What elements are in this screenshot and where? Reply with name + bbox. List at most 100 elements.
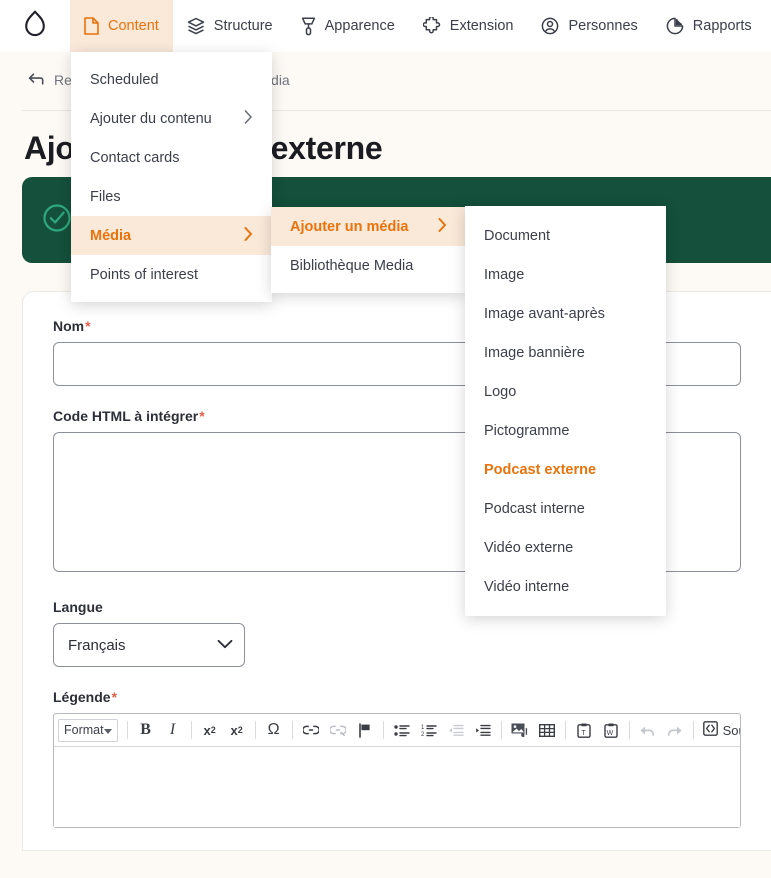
link-button[interactable] (298, 718, 324, 743)
puzzle-piece-icon (423, 17, 441, 35)
chevron-right-icon (244, 110, 253, 127)
menu-item-files[interactable]: Files (71, 177, 272, 216)
menu-item-points-of-interest-label: Points of interest (90, 267, 198, 283)
chevron-right-icon (244, 227, 253, 244)
subscript-button[interactable]: x2 (224, 718, 250, 743)
italic-button[interactable]: I (160, 718, 186, 743)
toolbar-separator (127, 721, 128, 739)
field-legende: Légende* Format B I x2 x2 Ω (53, 689, 741, 828)
legende-required-marker: * (112, 689, 117, 705)
file-document-icon (84, 17, 99, 35)
nav-item-structure[interactable]: Structure (173, 0, 287, 52)
menu-item-podcast-interne[interactable]: Podcast interne (465, 489, 666, 528)
menu-item-contact-cards[interactable]: Contact cards (71, 138, 272, 177)
toolbar-separator (255, 721, 256, 739)
menu-item-files-label: Files (90, 189, 121, 205)
langue-select[interactable]: Français (53, 623, 245, 667)
top-navigation-bar: Content Structure Apparence Exte (0, 0, 771, 52)
legende-label-text: Légende (53, 689, 111, 705)
menu-item-video-interne[interactable]: Vidéo interne (465, 567, 666, 606)
menu-item-podcast-interne-label: Podcast interne (484, 501, 585, 517)
redo-button[interactable] (662, 718, 688, 743)
toolbar-separator (565, 721, 566, 739)
nav-item-extension-label: Extension (450, 18, 514, 34)
menu-item-ajouter-un-media[interactable]: Ajouter un média (271, 207, 466, 246)
menu-item-logo[interactable]: Logo (465, 372, 666, 411)
paste-from-word-button[interactable]: W (598, 718, 624, 743)
menu-item-bibliotheque-media-label: Bibliothèque Media (290, 258, 413, 274)
nom-required-marker: * (85, 318, 90, 334)
menu-item-image-banniere[interactable]: Image bannière (465, 333, 666, 372)
menu-item-pictogramme[interactable]: Pictogramme (465, 411, 666, 450)
nav-item-extension[interactable]: Extension (409, 0, 528, 52)
editor-content-area[interactable] (54, 747, 740, 827)
nom-label-text: Nom (53, 318, 84, 334)
toolbar-separator (292, 721, 293, 739)
pie-chart-icon (666, 17, 684, 35)
drupal-droplet-icon (24, 10, 46, 43)
undo-button[interactable] (635, 718, 661, 743)
menu-item-video-externe[interactable]: Vidéo externe (465, 528, 666, 567)
nav-item-personnes[interactable]: Personnes (527, 0, 651, 52)
user-circle-icon (541, 17, 559, 35)
source-button-label: Source (723, 723, 740, 738)
site-logo[interactable] (0, 0, 70, 52)
superscript-button[interactable]: x2 (197, 718, 223, 743)
nav-item-personnes-label: Personnes (568, 18, 637, 34)
layers-icon (187, 17, 205, 35)
numbered-list-button[interactable]: 1 2 (416, 718, 442, 743)
insert-media-button[interactable] (507, 718, 533, 743)
menu-item-media-label: Média (90, 228, 131, 244)
anchor-flag-button[interactable] (352, 718, 378, 743)
menu-item-scheduled-label: Scheduled (90, 72, 159, 88)
check-circle-icon (42, 203, 72, 238)
menu-item-ajouter-du-contenu-label: Ajouter du contenu (90, 111, 212, 127)
format-dropdown[interactable]: Format (58, 719, 118, 742)
format-dropdown-label: Format (64, 723, 104, 737)
code-brackets-icon (703, 721, 718, 739)
svg-text:1: 1 (421, 725, 425, 731)
caret-down-icon (104, 723, 112, 737)
menu-item-video-externe-label: Vidéo externe (484, 540, 573, 556)
unlink-button[interactable] (325, 718, 351, 743)
svg-text:W: W (606, 730, 613, 737)
nav-item-rapports[interactable]: Rapports (652, 0, 766, 52)
code-html-label-text: Code HTML à intégrer (53, 408, 198, 424)
media-type-submenu: Document Image Image avant-après Image b… (465, 206, 666, 616)
menu-item-podcast-externe[interactable]: Podcast externe (465, 450, 666, 489)
menu-item-image[interactable]: Image (465, 255, 666, 294)
menu-item-logo-label: Logo (484, 384, 516, 400)
code-html-required-marker: * (199, 408, 204, 424)
menu-item-scheduled[interactable]: Scheduled (71, 60, 272, 99)
nav-item-content[interactable]: Content (70, 0, 173, 52)
toolbar-separator (629, 721, 630, 739)
svg-text:2: 2 (421, 732, 425, 737)
menu-item-video-interne-label: Vidéo interne (484, 579, 569, 595)
source-button[interactable]: Source (699, 721, 740, 739)
menu-item-media[interactable]: Média (71, 216, 272, 255)
paste-as-text-button[interactable]: T (571, 718, 597, 743)
menu-item-image-avant-apres[interactable]: Image avant-après (465, 294, 666, 333)
nav-item-content-label: Content (108, 18, 159, 34)
menu-item-points-of-interest[interactable]: Points of interest (71, 255, 272, 294)
menu-item-image-label: Image (484, 267, 524, 283)
media-submenu: Ajouter un média Bibliothèque Media (271, 207, 466, 293)
insert-table-button[interactable] (534, 718, 560, 743)
menu-item-bibliotheque-media[interactable]: Bibliothèque Media (271, 246, 466, 285)
legende-label: Légende* (53, 689, 741, 705)
chevron-right-icon (438, 218, 447, 235)
special-character-button[interactable]: Ω (261, 718, 287, 743)
bold-button[interactable]: B (133, 718, 159, 743)
toolbar-separator (191, 721, 192, 739)
nav-item-apparence[interactable]: Apparence (287, 0, 409, 52)
menu-item-document-label: Document (484, 228, 550, 244)
decrease-indent-button[interactable] (443, 718, 469, 743)
menu-item-document[interactable]: Document (465, 216, 666, 255)
menu-item-ajouter-du-contenu[interactable]: Ajouter du contenu (71, 99, 272, 138)
menu-item-podcast-externe-label: Podcast externe (484, 462, 596, 478)
nav-item-apparence-label: Apparence (325, 18, 395, 34)
page-title-end: externe (271, 130, 383, 166)
content-dropdown-menu: Scheduled Ajouter du contenu Contact car… (71, 52, 272, 302)
increase-indent-button[interactable] (470, 718, 496, 743)
bulleted-list-button[interactable] (389, 718, 415, 743)
